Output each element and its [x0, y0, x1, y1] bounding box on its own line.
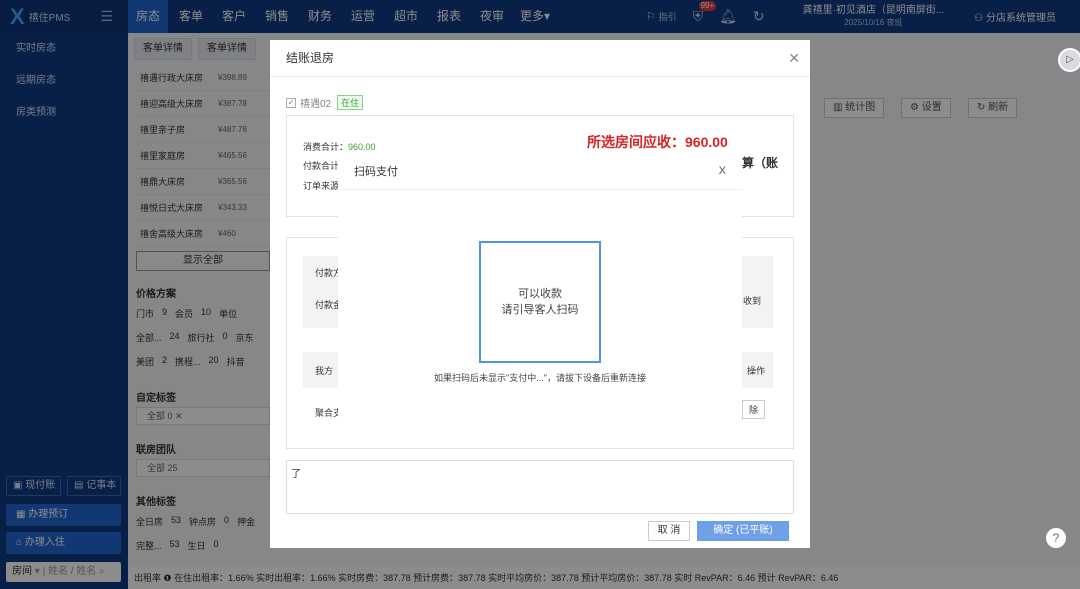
op-column: 操作	[747, 366, 766, 376]
room-checkbox[interactable]: ✓ 禧遇02 在住	[286, 95, 364, 110]
remove-button[interactable]: 除	[742, 400, 766, 419]
scan-pay-title: 扫码支付	[338, 154, 742, 190]
consume-total: 消费合计：960.00	[303, 140, 376, 153]
checkout-title: 结账退房	[270, 40, 810, 77]
scan-line2: 请引导客人扫码	[501, 304, 579, 316]
confirm-button[interactable]: 确定 (已平账)	[697, 521, 789, 541]
close-icon[interactable]: X	[719, 165, 726, 177]
scan-line1: 可以收款	[518, 288, 562, 300]
status-badge: 在住	[337, 95, 364, 110]
partial-text: 算（账	[742, 156, 779, 170]
scan-hint: 如果扫码后未显示"支付中..."，请拔下设备后重新连接	[434, 373, 646, 383]
close-icon[interactable]: ✕	[788, 50, 800, 67]
scan-pay-dialog: 扫码支付 X 可以收款 请引导客人扫码 如果扫码后未显示"支付中..."，请拔下…	[338, 154, 742, 434]
send-icon[interactable]: ▷	[1058, 48, 1080, 72]
amount-due: 所选房间应收：960.00	[587, 134, 728, 150]
qr-scan-area: 可以收款 请引导客人扫码	[479, 241, 601, 363]
our-column: 我方	[315, 366, 334, 376]
remark-textarea[interactable]: 了	[286, 460, 794, 514]
pay-total-label: 付款合计	[303, 161, 340, 171]
collect-button[interactable]: 收到	[743, 294, 761, 307]
room-label: 禧遇02	[300, 99, 332, 110]
cancel-button[interactable]: 取 消	[648, 521, 690, 541]
consume-label: 消费合计：	[303, 142, 349, 152]
help-icon[interactable]: ?	[1045, 527, 1067, 549]
order-source-label: 订单来源	[303, 181, 340, 191]
checkbox-icon[interactable]: ✓	[286, 97, 296, 108]
consume-value: 960.00	[348, 142, 376, 152]
